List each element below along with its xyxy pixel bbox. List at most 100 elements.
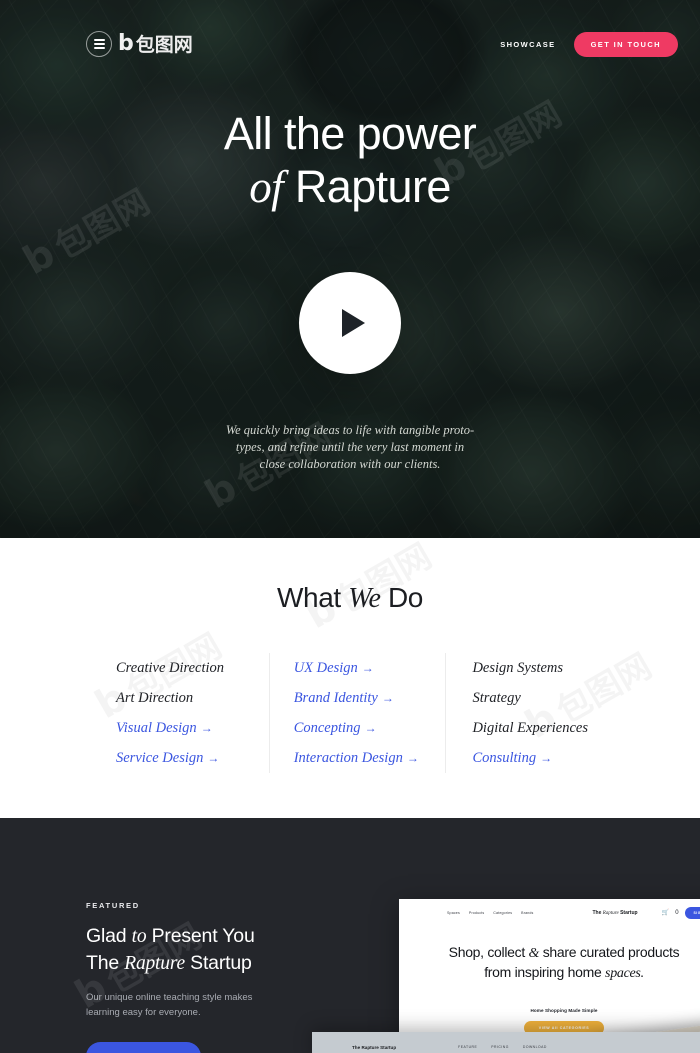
mockup-hero-amp: &: [528, 946, 540, 961]
site-logo[interactable]: b 包图网: [118, 30, 193, 57]
mockup-bottom-nav-feature[interactable]: FEATURE: [458, 1045, 477, 1049]
hero-desc-line1: We quickly bring ideas to life with tang…: [225, 423, 475, 437]
service-link[interactable]: UX Design →: [294, 653, 446, 683]
mockup-bottom-brand-italic: Rapture: [361, 1044, 379, 1050]
service-label: Consulting: [472, 750, 537, 766]
service-item: Creative Direction: [116, 653, 269, 683]
service-label: Brand Identity: [293, 690, 378, 706]
featured-eyebrow: FEATURED: [86, 901, 140, 910]
hero-description: We quickly bring ideas to life with tang…: [200, 422, 500, 473]
featured-subtext: Our unique online teaching style makes l…: [86, 990, 286, 1020]
mockup-bottom-brand: The Rapture Startup: [352, 1045, 396, 1050]
featured-sub-line1: Our unique online teaching style makes: [86, 992, 253, 1003]
mockup-bottom-links: FEATURE PRICING DOWNLOAD: [458, 1045, 547, 1049]
get-in-touch-button[interactable]: GET IN TOUCH: [573, 32, 678, 57]
services-title: What We Do: [0, 582, 700, 615]
mockup-nav-spaces[interactable]: Spaces: [447, 911, 460, 915]
hero-content: All the power of Rapture We quickly brin…: [0, 107, 700, 473]
services-section: What We Do Creative Direction Art Direct…: [0, 538, 700, 818]
mockup-nav-categories[interactable]: Categories: [493, 911, 512, 915]
nav-link-showcase[interactable]: SHOWCASE: [500, 40, 555, 49]
arrow-right-icon: →: [540, 751, 553, 765]
hero-title: All the power of Rapture: [0, 107, 700, 214]
cart-count: 0: [675, 909, 679, 916]
service-link[interactable]: Service Design →: [116, 743, 269, 773]
mockup-bottom-nav-download[interactable]: DOWNLOAD: [523, 1045, 547, 1049]
service-link[interactable]: Concepting →: [294, 713, 446, 743]
mockup-brand-pre: The: [592, 909, 602, 916]
arrow-right-icon: →: [406, 751, 419, 765]
mockup-bottom-nav-pricing[interactable]: PRICING: [491, 1045, 509, 1049]
arrow-right-icon: →: [361, 661, 374, 675]
service-item: Art Direction: [116, 683, 269, 713]
hero-desc-line3: close collaboration with our clients.: [259, 457, 441, 471]
service-label: Service Design: [116, 750, 204, 766]
mockup-top-brand: The Rapture Startup: [592, 910, 637, 916]
services-column-2: UX Design → Brand Identity → Concepting → I…: [268, 653, 446, 773]
mockup-bottom-nav: The Rapture Startup FEATURE PRICING DOWN…: [312, 1032, 700, 1053]
services-title-italic: We: [348, 583, 381, 614]
logo-text: 包图网: [135, 34, 193, 56]
service-link[interactable]: Brand Identity →: [294, 683, 446, 713]
service-label: Visual Design: [116, 720, 197, 736]
mockup-hero2-italic: spaces.: [605, 966, 644, 981]
hero-title-line2: Rapture: [294, 161, 452, 212]
mockup-nav-products[interactable]: Products: [469, 911, 484, 915]
mockup-bottom-brand-pre: The: [352, 1044, 361, 1050]
menu-line: [93, 47, 105, 49]
service-link[interactable]: Interaction Design →: [294, 743, 446, 773]
view-project-button[interactable]: VIEW PROJECT: [86, 1042, 202, 1053]
mockup-top-nav: Spaces Products Categories Brands The Ra…: [399, 899, 700, 926]
service-item: Digital Experiences: [472, 713, 588, 743]
services-column-1: Creative Direction Art Direction Visual …: [116, 653, 269, 773]
featured-heading: Glad to Present You The Rapture Startup: [86, 923, 386, 977]
mockup-browser-bottom: The Rapture Startup FEATURE PRICING DOWN…: [312, 1032, 700, 1053]
featured-head2-pre: The: [86, 952, 120, 974]
service-link[interactable]: Consulting →: [472, 743, 588, 773]
logo-mark-icon: b: [118, 30, 134, 56]
services-title-post: Do: [387, 582, 423, 613]
featured-head2-italic: Rapture: [124, 953, 185, 974]
hero-title-italic: of: [249, 162, 283, 212]
featured-head-post: Present You: [151, 925, 255, 947]
hero-title-line1: All the power: [223, 108, 477, 159]
mockup-bottom-brand-post: Startup: [380, 1044, 397, 1050]
service-label: Strategy: [472, 690, 521, 706]
service-item: Strategy: [472, 683, 588, 713]
service-label: Design Systems: [472, 660, 564, 676]
hamburger-menu-icon[interactable]: [86, 31, 112, 57]
primary-nav: SHOWCASE GET IN TOUCH: [500, 32, 678, 57]
mockup-hero-post: share curated products: [542, 944, 680, 960]
arrow-right-icon: →: [207, 751, 220, 765]
mockup-hero-heading: Shop, collect & share curated products f…: [399, 943, 700, 983]
menu-line: [93, 39, 105, 41]
page-root: b 包图网 SHOWCASE GET IN TOUCH All the powe…: [0, 0, 700, 1053]
featured-head-pre: Glad: [86, 925, 127, 947]
service-label: Art Direction: [116, 690, 194, 706]
arrow-right-icon: →: [200, 721, 213, 735]
service-label: Creative Direction: [116, 660, 225, 676]
featured-sub-line2: learning easy for everyone.: [86, 1007, 201, 1018]
mockup-top-actions: 🛒 0 SIGN UP: [662, 906, 700, 919]
mockup-brand-italic: Rapture: [602, 910, 619, 916]
shopping-cart-icon[interactable]: 🛒: [662, 909, 669, 916]
service-label: UX Design: [293, 660, 358, 676]
play-triangle-icon: [342, 309, 365, 337]
mockup-brand-post: Startup: [620, 909, 638, 916]
arrow-right-icon: →: [381, 691, 394, 705]
service-link[interactable]: Visual Design →: [116, 713, 269, 743]
play-video-button[interactable]: [299, 272, 401, 374]
service-item: Design Systems: [472, 653, 588, 683]
mockup-nav-brands[interactable]: Brands: [521, 911, 533, 915]
hero-section: b 包图网 SHOWCASE GET IN TOUCH All the powe…: [0, 0, 700, 538]
featured-head-italic: to: [131, 926, 147, 947]
mockup-hero-pre: Shop, collect: [448, 944, 526, 960]
service-label: Concepting: [293, 720, 361, 736]
service-label: Interaction Design: [293, 750, 403, 766]
services-columns: Creative Direction Art Direction Visual …: [0, 653, 700, 773]
featured-head2-post: Startup: [190, 952, 252, 974]
mockup-hero2-pre: from inspiring home: [484, 964, 602, 980]
mockup-signup-button[interactable]: SIGN UP: [684, 906, 700, 919]
service-label: Digital Experiences: [472, 720, 588, 736]
arrow-right-icon: →: [364, 721, 377, 735]
